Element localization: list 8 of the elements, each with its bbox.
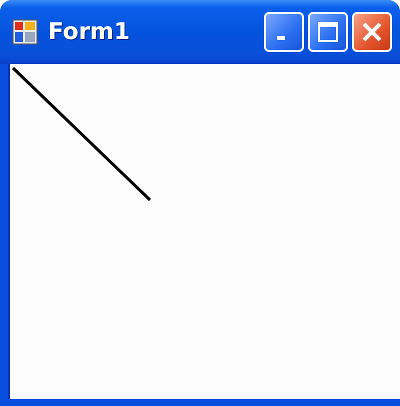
minimize-icon <box>277 36 285 40</box>
maximize-button[interactable] <box>308 12 348 52</box>
window-title: Form1 <box>48 19 131 45</box>
close-icon <box>361 21 383 43</box>
close-button[interactable] <box>352 12 392 52</box>
maximize-icon <box>317 21 339 43</box>
minimize-button[interactable] <box>264 12 304 52</box>
app-icon <box>12 19 38 45</box>
